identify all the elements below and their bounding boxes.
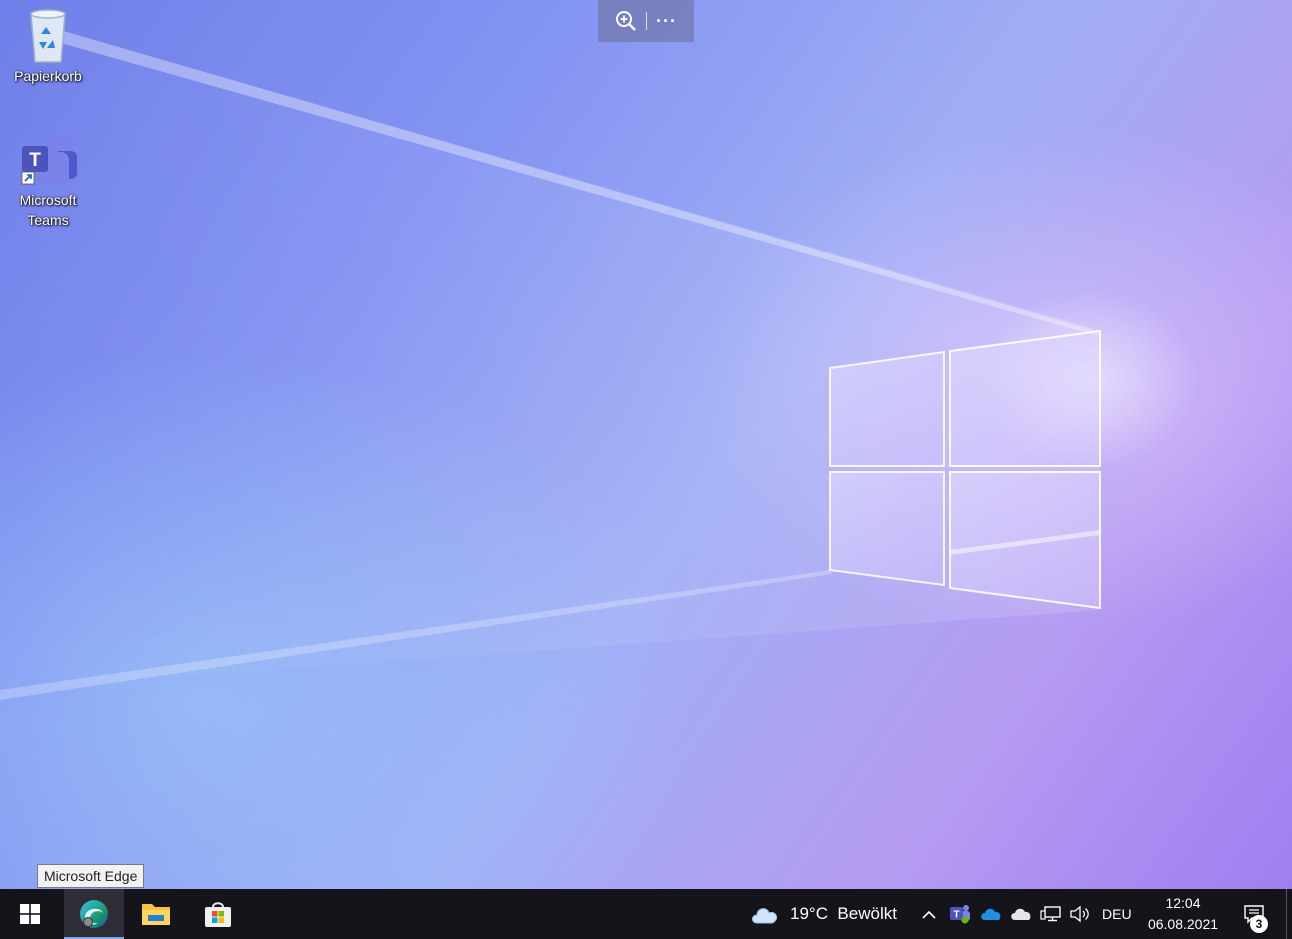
- desktop[interactable]: Papierkorb T Microsoft Teams ··· Microso…: [0, 0, 1292, 889]
- file-explorer-icon: [142, 904, 170, 925]
- tray-teams-button[interactable]: T: [946, 889, 974, 939]
- taskbar: 19°C Bewölkt T DEU 12:04 06.08.2021: [0, 889, 1292, 939]
- remote-zoom-toolbar: ···: [598, 0, 694, 42]
- show-desktop-button[interactable]: [1286, 889, 1292, 939]
- tray-onedrive-button[interactable]: [977, 889, 1005, 939]
- clock-date: 06.08.2021: [1147, 916, 1219, 932]
- onedrive-gray-icon: [1011, 908, 1031, 920]
- input-language-indicator[interactable]: DEU: [1102, 889, 1132, 939]
- tray-volume-button[interactable]: [1066, 889, 1094, 939]
- onedrive-icon: [981, 908, 1001, 920]
- wallpaper-windows-logo: [0, 30, 1200, 700]
- taskbar-edge-button[interactable]: [64, 889, 124, 939]
- recycle-bin-icon: [30, 9, 66, 63]
- desktop-icon-label: Papierkorb: [14, 68, 82, 84]
- clock-time: 12:04: [1165, 895, 1201, 911]
- cloud-weather-icon: [752, 908, 778, 924]
- edge-browser-icon: [80, 900, 108, 928]
- weather-widget-icon[interactable]: [748, 889, 782, 939]
- tray-network-button[interactable]: [1037, 889, 1065, 939]
- volume-icon: [1070, 905, 1089, 923]
- zoom-button[interactable]: [606, 0, 646, 42]
- zoom-in-icon: [615, 11, 636, 31]
- teams-icon: T: [21, 135, 77, 186]
- desktop-icon-teams[interactable]: T Microsoft Teams: [6, 132, 90, 230]
- more-options-button[interactable]: ···: [647, 0, 687, 42]
- taskbar-explorer-button[interactable]: [126, 889, 186, 939]
- tooltip-edge: Microsoft Edge: [37, 864, 145, 888]
- clock[interactable]: 12:04 06.08.2021: [1140, 889, 1226, 939]
- start-button[interactable]: [0, 889, 60, 939]
- show-hidden-icons-button[interactable]: [918, 889, 940, 939]
- store-icon: [205, 902, 231, 927]
- windows-start-icon: [20, 904, 40, 924]
- chevron-up-icon: [922, 910, 936, 919]
- network-icon: [1040, 906, 1061, 922]
- desktop-icon-label: Microsoft Teams: [19, 192, 77, 228]
- weather-text[interactable]: 19°C Bewölkt: [790, 889, 897, 939]
- svg-text:T: T: [29, 150, 41, 171]
- teams-tray-icon: T: [950, 905, 970, 924]
- notification-count-badge: 3: [1250, 915, 1268, 933]
- tray-onedrive-personal-button[interactable]: [1007, 889, 1035, 939]
- taskbar-store-button[interactable]: [188, 889, 248, 939]
- more-options-icon: ···: [656, 10, 677, 31]
- svg-text:T: T: [953, 910, 959, 921]
- desktop-icon-recycle-bin[interactable]: Papierkorb: [6, 6, 90, 86]
